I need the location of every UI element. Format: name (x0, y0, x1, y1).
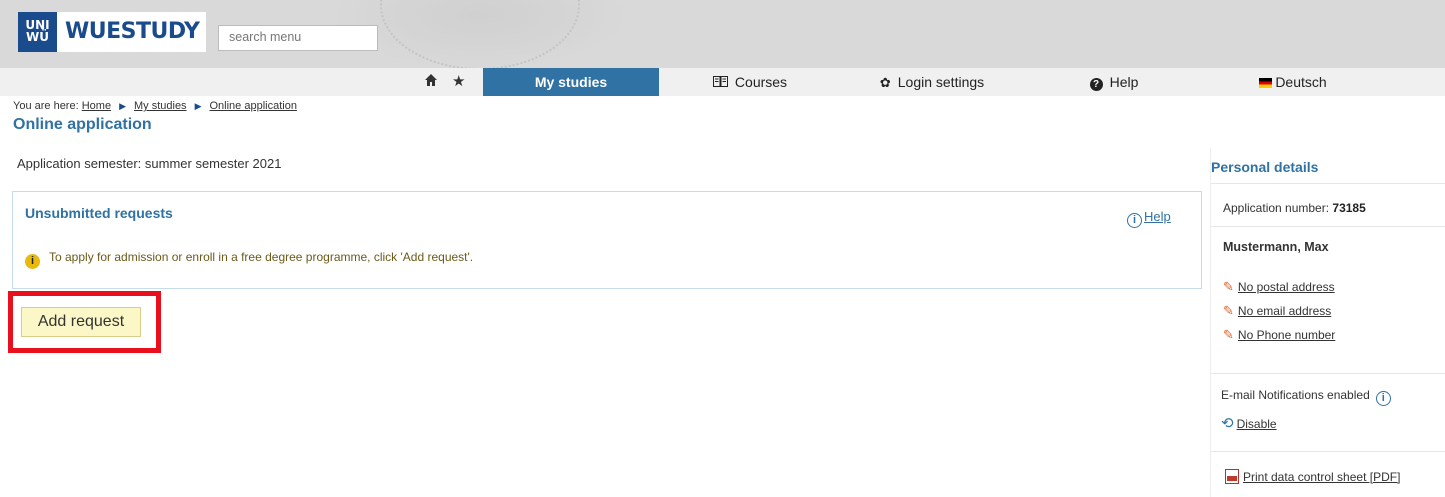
uni-wue-logo-mark: UNI WÜ (18, 12, 57, 52)
email-address-label: No email address (1237, 304, 1332, 318)
undo-icon: ⟲ (1221, 415, 1234, 432)
logo-wu-text: WÜ (26, 30, 49, 44)
german-flag-icon (1259, 78, 1273, 88)
info-icon[interactable]: i (1375, 391, 1391, 406)
search-menu-input[interactable]: search menu (218, 25, 378, 51)
question-icon: ? (1089, 78, 1103, 91)
application-number-label: Application number: (1223, 201, 1330, 215)
disable-label: Disable (1236, 417, 1277, 431)
divider (1211, 183, 1445, 184)
breadcrumb-prefix: You are here: (13, 100, 79, 112)
breadcrumb-separator-icon: ▶ (119, 101, 126, 111)
pdf-icon (1225, 469, 1239, 484)
sidebar-title: Personal details (1211, 159, 1319, 175)
panel-help-link[interactable]: i Help (1127, 209, 1171, 228)
breadcrumb-home[interactable]: Home (82, 100, 111, 112)
warning-info-icon: i (25, 254, 40, 269)
tab-my-studies-label: My studies (534, 74, 608, 90)
tab-help-label: Help (1109, 74, 1139, 90)
pencil-icon: ✎ (1223, 327, 1234, 342)
wuestudy-logo[interactable]: UNI WÜ WUESTUDY (18, 12, 206, 52)
unsubmitted-requests-panel: Unsubmitted requests i Help i To apply for… (12, 191, 1202, 289)
language-switch-deutsch[interactable]: Deutsch (1205, 68, 1381, 96)
application-number: Application number: 73185 (1223, 201, 1366, 215)
help-link-label: Help (1144, 209, 1171, 224)
tab-courses-label: Courses (734, 74, 788, 90)
home-icon[interactable] (424, 73, 438, 91)
breadcrumb-my-studies[interactable]: My studies (134, 100, 187, 112)
postal-address-link[interactable]: ✎ No postal address (1223, 279, 1335, 295)
tab-courses[interactable]: Courses (659, 68, 841, 96)
applicant-name: Mustermann, Max (1223, 240, 1329, 254)
email-address-link[interactable]: ✎ No email address (1223, 303, 1331, 319)
application-semester: Application semester: summer semester 20… (17, 156, 282, 171)
gear-icon: ✿ (879, 75, 891, 90)
divider (1211, 451, 1445, 452)
phone-number-label: No Phone number (1237, 328, 1336, 342)
logo-wordmark: WUESTUDY (65, 19, 200, 44)
language-label: Deutsch (1275, 74, 1327, 90)
info-message-text: To apply for admission or enroll in a fr… (49, 250, 474, 264)
postal-address-label: No postal address (1237, 280, 1335, 294)
print-data-control-sheet-link[interactable]: Print data control sheet [PDF] (1225, 469, 1400, 484)
info-icon: i (1127, 213, 1142, 228)
main-navigation: ★ My studies Courses ✿ Login settings ? He… (0, 68, 1445, 96)
tab-login-settings[interactable]: ✿ Login settings (841, 68, 1023, 96)
application-number-value: 73185 (1332, 201, 1366, 215)
breadcrumb: You are here: Home ▶ My studies ▶ Online app… (13, 100, 297, 112)
notifications-text: E-mail Notifications enabled (1221, 388, 1370, 402)
star-icon[interactable]: ★ (452, 72, 465, 90)
phone-number-link[interactable]: ✎ No Phone number (1223, 327, 1335, 343)
book-icon (712, 69, 728, 97)
add-request-button[interactable]: Add request (21, 307, 141, 337)
personal-details-sidebar: Personal details Application number: 731… (1210, 148, 1445, 497)
breadcrumb-separator-icon: ▶ (194, 101, 202, 111)
print-label: Print data control sheet [PDF] (1243, 470, 1401, 484)
divider (1211, 226, 1445, 227)
tab-my-studies[interactable]: My studies (483, 68, 659, 96)
panel-title: Unsubmitted requests (25, 205, 173, 221)
pencil-icon: ✎ (1223, 279, 1234, 294)
divider (1211, 373, 1445, 374)
header-bar: UNI WÜ WUESTUDY search menu (0, 0, 1445, 68)
tab-help[interactable]: ? Help (1023, 68, 1205, 96)
breadcrumb-online-application[interactable]: Online application (209, 100, 296, 112)
info-message: i To apply for admission or enroll in a f… (25, 250, 473, 269)
disable-notifications-link[interactable]: ⟲ Disable (1221, 414, 1277, 432)
pencil-icon: ✎ (1223, 303, 1234, 318)
email-notifications-status: E-mail Notifications enabled i (1221, 388, 1391, 406)
tab-login-settings-label: Login settings (897, 74, 985, 90)
page-title: Online application (13, 116, 152, 133)
